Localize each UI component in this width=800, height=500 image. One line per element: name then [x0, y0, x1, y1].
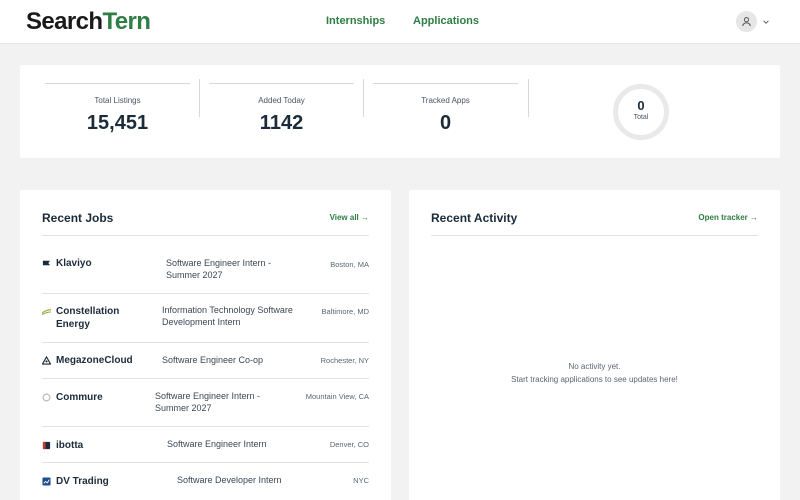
stat-added-today: Added Today 1142 — [209, 83, 354, 141]
open-tracker-link[interactable]: Open tracker → — [698, 213, 758, 222]
view-all-link[interactable]: View all → — [330, 213, 369, 222]
job-location: Baltimore, MD — [321, 307, 369, 316]
job-role: Software Engineer Intern - Summer 2027 — [166, 258, 272, 280]
logo-text-accent: Tern — [102, 8, 151, 35]
job-role: Software Engineer Intern — [167, 439, 267, 449]
job-company: Constellation Energy — [42, 305, 137, 331]
ring-label: Total — [633, 114, 649, 121]
job-row[interactable]: DV Trading Software Developer Intern NYC — [42, 463, 369, 500]
searchtern-logo[interactable]: SearchTern — [26, 8, 151, 36]
top-navbar: SearchTern Internships Applications — [0, 0, 800, 43]
job-location: NYC — [353, 476, 369, 485]
company-name: Klaviyo — [56, 258, 92, 269]
ibotta-square-icon — [42, 441, 51, 450]
company-name: ibotta — [56, 440, 84, 451]
nav-internships[interactable]: Internships — [326, 15, 385, 27]
stat-tracked-apps: Tracked Apps 0 — [373, 83, 518, 141]
recent-activity-panel: Recent Activity Open tracker → No activi… — [409, 190, 780, 500]
job-company: Klaviyo — [42, 257, 92, 270]
job-location: Rochester, NY — [320, 356, 369, 365]
stat-divider — [363, 79, 364, 117]
stat-label: Tracked Apps — [421, 96, 470, 105]
constellation-swoosh-icon — [42, 309, 51, 316]
job-role: Software Engineer Co-op — [162, 355, 264, 365]
empty-line-1: No activity yet. — [568, 362, 621, 371]
company-name: DV Trading — [56, 476, 109, 487]
job-role: Information Technology Software Developm… — [162, 305, 293, 327]
megazone-triangle-icon — [42, 356, 51, 365]
job-row[interactable]: Klaviyo Software Engineer Intern - Summe… — [42, 236, 369, 294]
user-menu[interactable] — [736, 11, 770, 32]
company-name: Commure — [56, 392, 103, 403]
commure-circle-icon — [42, 393, 51, 402]
job-row[interactable]: MegazoneCloud Software Engineer Co-op Ro… — [42, 343, 369, 379]
job-row[interactable]: Commure Software Engineer Intern - Summe… — [42, 379, 369, 427]
job-row[interactable]: ibotta Software Engineer Intern Denver, … — [42, 427, 369, 463]
ring-value: 0 — [637, 98, 645, 113]
job-company: Commure — [42, 391, 103, 404]
job-location: Mountain View, CA — [305, 392, 369, 401]
user-avatar-icon[interactable] — [736, 11, 757, 32]
empty-line-2: Start tracking applications to see updat… — [511, 375, 678, 384]
company-name: Constellation Energy — [56, 306, 120, 330]
recent-jobs-panel: Recent Jobs View all → Klaviyo Software … — [20, 190, 391, 500]
job-location: Denver, CO — [329, 440, 369, 449]
job-row[interactable]: Constellation Energy Information Technol… — [42, 294, 369, 343]
stat-divider — [528, 79, 529, 117]
panel-divider — [431, 235, 758, 236]
stat-label: Added Today — [258, 96, 305, 105]
stat-value: 0 — [439, 112, 452, 134]
job-company: DV Trading — [42, 475, 109, 488]
stat-total-listings: Total Listings 15,451 — [45, 83, 190, 141]
stat-label: Total Listings — [94, 96, 141, 105]
job-company: ibotta — [42, 439, 83, 452]
dv-trading-chart-icon — [42, 477, 51, 486]
empty-activity-message: No activity yet. Start tracking applicat… — [409, 360, 780, 386]
job-role: Software Developer Intern — [177, 475, 282, 485]
stats-card: Total Listings 15,451 Added Today 1142 T… — [20, 65, 780, 158]
company-name: MegazoneCloud — [56, 355, 133, 366]
logo-text-main: Search — [26, 8, 103, 35]
recent-jobs-title: Recent Jobs — [42, 211, 114, 225]
stat-value: 15,451 — [86, 112, 149, 134]
recent-activity-title: Recent Activity — [431, 211, 518, 225]
stat-value: 1142 — [259, 112, 304, 134]
job-location: Boston, MA — [330, 260, 369, 269]
stat-divider — [199, 79, 200, 117]
klaviyo-flag-icon — [42, 260, 51, 266]
job-role: Software Engineer Intern - Summer 2027 — [155, 391, 261, 413]
total-ring-chart: 0 Total — [613, 84, 669, 140]
nav-applications[interactable]: Applications — [413, 15, 479, 27]
chevron-down-icon[interactable] — [762, 18, 770, 26]
job-company: MegazoneCloud — [42, 354, 133, 367]
